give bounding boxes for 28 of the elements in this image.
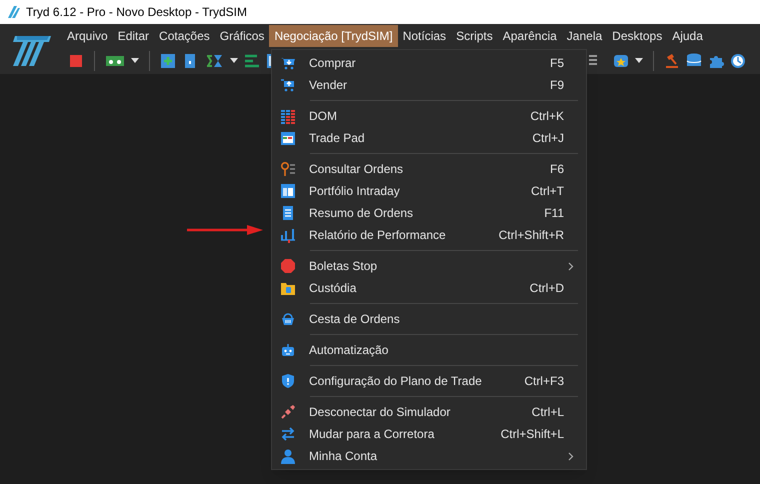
menu-item[interactable]: Desconectar do Simulador Ctrl+L: [272, 401, 586, 423]
menu-bar-item[interactable]: Ajuda: [667, 25, 708, 47]
menu-bar-item[interactable]: Cotações: [154, 25, 215, 47]
menu-item[interactable]: DOM Ctrl+K: [272, 105, 586, 127]
menu-item[interactable]: Configuração do Plano de Trade Ctrl+F3: [272, 370, 586, 392]
menu-bar-item[interactable]: Aparência: [498, 25, 562, 47]
menu-bar-item[interactable]: Scripts: [451, 25, 498, 47]
menu-item[interactable]: Relatório de Performance Ctrl+Shift+R: [272, 224, 586, 246]
menu-item[interactable]: Consultar Ordens F6: [272, 158, 586, 180]
menu-bar-item[interactable]: Editar: [112, 25, 154, 47]
menu-item[interactable]: Mudar para a Corretora Ctrl+Shift+L: [272, 423, 586, 445]
menu-item[interactable]: Comprar F5: [272, 52, 586, 74]
menu-item[interactable]: Cesta de Ordens: [272, 308, 586, 330]
menu-bar-item[interactable]: Janela: [562, 25, 608, 47]
menu-bar-item[interactable]: Gráficos: [214, 25, 270, 47]
menu-bar-item[interactable]: Negociação [TrydSIM]: [269, 25, 398, 47]
menu-item[interactable]: Vender F9: [272, 74, 586, 96]
menu-item[interactable]: Automatização: [272, 339, 586, 361]
menu-item[interactable]: Trade Pad Ctrl+J: [272, 127, 586, 149]
menu-bar-item[interactable]: Desktops: [607, 25, 668, 47]
menu-item[interactable]: Boletas Stop: [272, 255, 586, 277]
menu-bar-item[interactable]: Notícias: [398, 25, 452, 47]
menu-item[interactable]: Minha Conta: [272, 445, 586, 467]
menu-item[interactable]: Portfólio Intraday Ctrl+T: [272, 180, 586, 202]
window-title: Tryd 6.12 - Pro - Novo Desktop - TrydSIM: [26, 4, 247, 21]
menu-item[interactable]: Resumo de Ordens F11: [272, 202, 586, 224]
menu-bar-item[interactable]: Arquivo: [62, 25, 113, 47]
menu-item[interactable]: Custódia Ctrl+D: [272, 277, 586, 299]
